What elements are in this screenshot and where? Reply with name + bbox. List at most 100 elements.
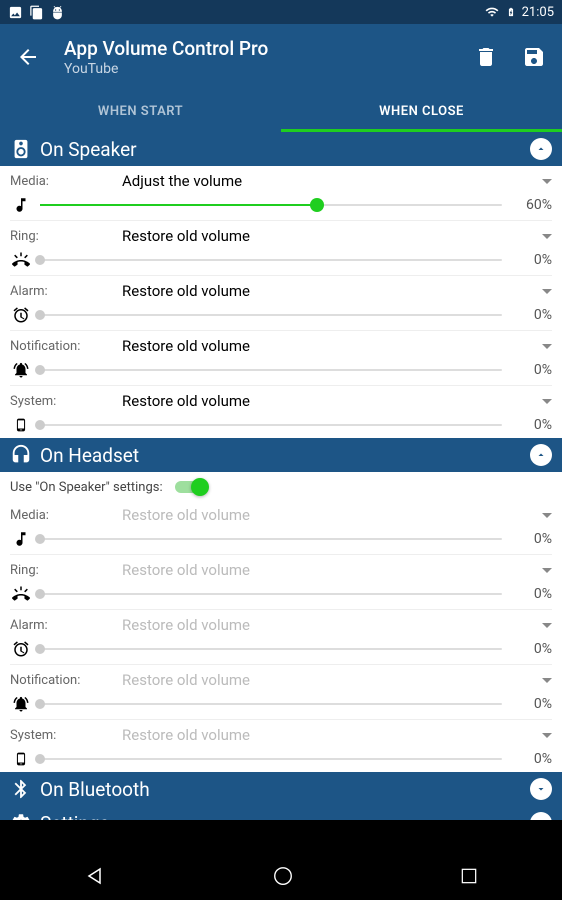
dropdown-caret-icon — [542, 733, 552, 738]
headset-media-action: Restore old volume — [122, 506, 542, 524]
speaker-media-row: Media: Adjust the volume 60% — [0, 166, 562, 221]
speaker-ring-slider[interactable] — [40, 250, 502, 270]
headset-notification-percent: 0% — [510, 696, 552, 712]
media-label: Media: — [10, 174, 122, 189]
bluetooth-icon — [10, 778, 32, 800]
speaker-system-percent: 0% — [510, 417, 552, 433]
save-button[interactable] — [522, 45, 546, 69]
headset-icon — [10, 444, 32, 466]
tabs: WHEN START WHEN CLOSE — [0, 90, 562, 132]
alarm-icon — [10, 306, 32, 324]
dropdown-caret-icon[interactable] — [542, 399, 552, 404]
clipboard-icon — [29, 5, 44, 20]
speaker-alarm-row: Alarm: Restore old volume 0% — [0, 276, 562, 331]
collapse-headset-button[interactable] — [530, 444, 552, 466]
speaker-notification-slider[interactable] — [40, 360, 502, 380]
nav-recent-button[interactable] — [459, 866, 479, 886]
speaker-notification-action[interactable]: Restore old volume — [122, 337, 542, 355]
headset-media-row: Media: Restore old volume 0% — [0, 500, 562, 555]
headset-notification-slider — [40, 694, 502, 714]
speaker-system-action[interactable]: Restore old volume — [122, 392, 542, 410]
notification-icon — [10, 695, 32, 713]
dropdown-caret-icon — [542, 678, 552, 683]
headset-alarm-slider — [40, 639, 502, 659]
tab-when-close[interactable]: WHEN CLOSE — [281, 90, 562, 132]
tab-when-start[interactable]: WHEN START — [0, 90, 281, 132]
back-button[interactable] — [16, 45, 40, 69]
speaker-alarm-action[interactable]: Restore old volume — [122, 282, 542, 300]
app-subtitle: YouTube — [64, 61, 450, 77]
section-speaker-header[interactable]: On Speaker — [0, 132, 562, 166]
section-headset-header[interactable]: On Headset — [0, 438, 562, 472]
section-bluetooth-header[interactable]: On Bluetooth — [0, 772, 562, 806]
speaker-system-row: System: Restore old volume 0% — [0, 386, 562, 438]
alarm-label: Alarm: — [10, 284, 122, 299]
black-strip — [0, 820, 562, 852]
notification-label: Notification: — [10, 673, 122, 688]
dropdown-caret-icon[interactable] — [542, 344, 552, 349]
status-bar: 21:05 — [0, 0, 562, 24]
phone-icon — [10, 749, 32, 769]
ring-label: Ring: — [10, 229, 122, 244]
dropdown-caret-icon[interactable] — [542, 289, 552, 294]
image-icon — [8, 5, 23, 20]
speaker-media-slider[interactable] — [40, 195, 502, 215]
speaker-ring-percent: 0% — [510, 252, 552, 268]
system-label: System: — [10, 728, 122, 743]
use-speaker-row: Use "On Speaker" settings: — [0, 472, 562, 500]
ring-volume-icon — [10, 585, 32, 603]
headset-system-row: System: Restore old volume 0% — [0, 720, 562, 772]
phone-icon — [10, 415, 32, 435]
nav-home-button[interactable] — [272, 865, 294, 887]
speaker-media-action[interactable]: Adjust the volume — [122, 172, 542, 190]
speaker-alarm-slider[interactable] — [40, 305, 502, 325]
headset-media-percent: 0% — [510, 531, 552, 547]
navigation-bar — [0, 852, 562, 900]
alarm-icon — [10, 640, 32, 658]
dropdown-caret-icon — [542, 568, 552, 573]
headset-ring-action: Restore old volume — [122, 561, 542, 579]
dropdown-caret-icon[interactable] — [542, 234, 552, 239]
app-bar: App Volume Control Pro YouTube — [0, 24, 562, 90]
dropdown-caret-icon[interactable] — [542, 179, 552, 184]
section-bluetooth-title: On Bluetooth — [40, 778, 530, 801]
notification-label: Notification: — [10, 339, 122, 354]
dropdown-caret-icon — [542, 623, 552, 628]
speaker-media-percent: 60% — [510, 197, 552, 213]
speaker-ring-row: Ring: Restore old volume 0% — [0, 221, 562, 276]
music-note-icon — [10, 530, 32, 548]
ring-volume-icon — [10, 251, 32, 269]
headset-ring-row: Ring: Restore old volume 0% — [0, 555, 562, 610]
delete-button[interactable] — [474, 45, 498, 69]
headset-system-percent: 0% — [510, 751, 552, 767]
dropdown-caret-icon — [542, 513, 552, 518]
nav-back-button[interactable] — [83, 864, 107, 888]
tab-indicator — [281, 129, 562, 132]
expand-bluetooth-button[interactable] — [530, 778, 552, 800]
headset-ring-slider — [40, 584, 502, 604]
collapse-speaker-button[interactable] — [530, 138, 552, 160]
speaker-alarm-percent: 0% — [510, 307, 552, 323]
system-label: System: — [10, 394, 122, 409]
speaker-icon — [10, 138, 32, 160]
music-note-icon — [10, 196, 32, 214]
speaker-ring-action[interactable]: Restore old volume — [122, 227, 542, 245]
battery-charging-icon — [506, 4, 516, 20]
alarm-label: Alarm: — [10, 618, 122, 633]
headset-alarm-percent: 0% — [510, 641, 552, 657]
speaker-notification-percent: 0% — [510, 362, 552, 378]
ring-label: Ring: — [10, 563, 122, 578]
headset-notification-row: Notification: Restore old volume 0% — [0, 665, 562, 720]
headset-notification-action: Restore old volume — [122, 671, 542, 689]
headset-alarm-row: Alarm: Restore old volume 0% — [0, 610, 562, 665]
use-speaker-label: Use "On Speaker" settings: — [10, 480, 163, 495]
speaker-system-slider[interactable] — [40, 415, 502, 435]
app-title: App Volume Control Pro — [64, 37, 450, 60]
headset-system-action: Restore old volume — [122, 726, 542, 744]
use-speaker-toggle[interactable] — [173, 478, 209, 496]
headset-media-slider — [40, 529, 502, 549]
media-label: Media: — [10, 508, 122, 523]
headset-system-slider — [40, 749, 502, 769]
headset-alarm-action: Restore old volume — [122, 616, 542, 634]
speaker-notification-row: Notification: Restore old volume 0% — [0, 331, 562, 386]
